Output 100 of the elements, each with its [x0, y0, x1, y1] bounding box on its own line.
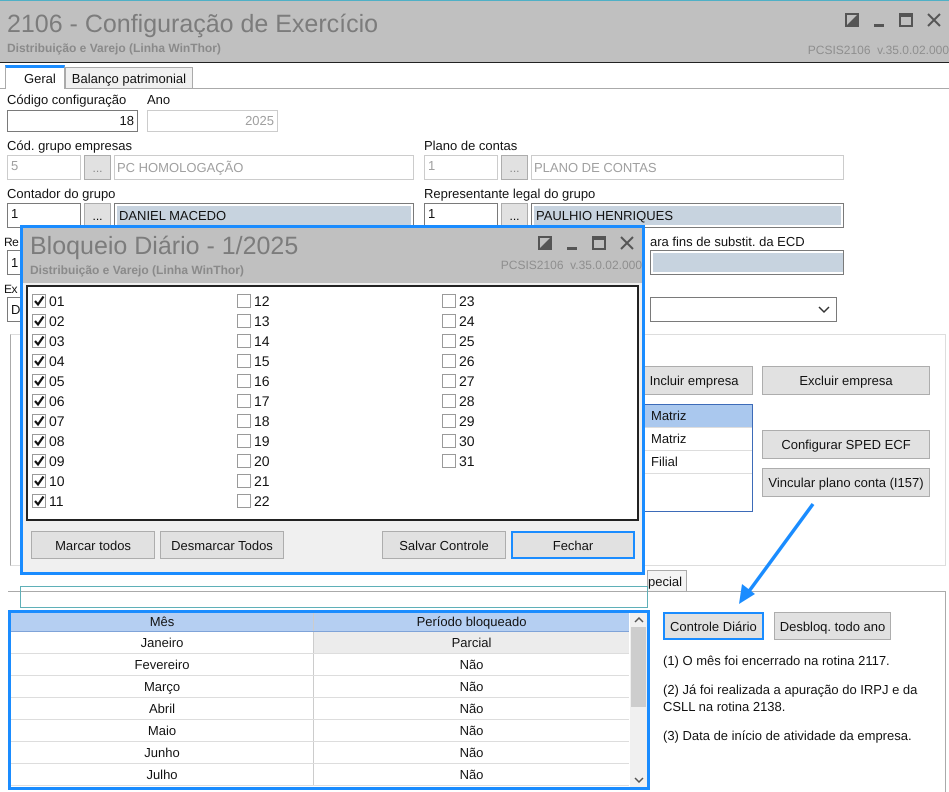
checkbox[interactable]	[32, 354, 46, 368]
checkbox[interactable]	[237, 334, 251, 348]
day-label[interactable]: 09	[49, 453, 65, 469]
day-label[interactable]: 10	[49, 473, 65, 489]
checkbox[interactable]	[442, 374, 456, 388]
tab[interactable]: Balanço patrimonial	[64, 67, 193, 88]
dialog-button[interactable]: Marcar todos	[31, 531, 155, 559]
checkbox[interactable]	[32, 294, 46, 308]
day-label[interactable]: 20	[254, 453, 270, 469]
input-field[interactable]: D	[7, 297, 20, 322]
day-label[interactable]: 07	[49, 413, 65, 429]
checkbox[interactable]	[442, 434, 456, 448]
day-label[interactable]: 22	[254, 493, 270, 509]
input-field[interactable]	[20, 586, 648, 608]
checkbox[interactable]	[32, 314, 46, 328]
tab[interactable]: Geral	[5, 65, 65, 89]
day-label[interactable]: 30	[459, 433, 475, 449]
input-field[interactable]	[650, 250, 844, 275]
scroll-down-icon[interactable]	[634, 777, 644, 783]
day-label[interactable]: 08	[49, 433, 65, 449]
column-header[interactable]: Período bloqueado	[314, 613, 629, 631]
checkbox[interactable]	[32, 394, 46, 408]
close-icon[interactable]	[927, 13, 941, 27]
checkbox[interactable]	[237, 314, 251, 328]
checkbox[interactable]	[237, 374, 251, 388]
checkbox[interactable]	[442, 354, 456, 368]
close-icon[interactable]	[620, 236, 634, 250]
table-cell[interactable]: Não	[314, 654, 629, 675]
day-label[interactable]: 31	[459, 453, 475, 469]
table-cell[interactable]: Não	[314, 698, 629, 719]
checkbox[interactable]	[237, 474, 251, 488]
maximize-icon[interactable]	[592, 236, 606, 250]
checkbox[interactable]	[32, 474, 46, 488]
day-label[interactable]: 25	[459, 333, 475, 349]
checkbox[interactable]	[32, 414, 46, 428]
scroll-up-icon[interactable]	[634, 617, 644, 623]
checkbox[interactable]	[32, 374, 46, 388]
action-button[interactable]: Desbloq. todo ano	[774, 612, 892, 640]
day-label[interactable]: 13	[254, 313, 270, 329]
checkbox[interactable]	[32, 334, 46, 348]
day-label[interactable]: 23	[459, 293, 475, 309]
day-label[interactable]: 04	[49, 353, 65, 369]
day-label[interactable]: 26	[459, 353, 475, 369]
day-label[interactable]: 21	[254, 473, 270, 489]
table-cell[interactable]: Não	[314, 742, 629, 763]
restore-icon[interactable]	[845, 13, 859, 27]
restore-icon[interactable]	[538, 236, 552, 250]
exclude-company-button[interactable]: Excluir empresa	[762, 366, 930, 395]
checkbox[interactable]	[442, 314, 456, 328]
maximize-icon[interactable]	[899, 13, 913, 27]
day-label[interactable]: 03	[49, 333, 65, 349]
column-header[interactable]: Mês	[11, 613, 314, 631]
day-label[interactable]: 18	[254, 413, 270, 429]
dialog-button[interactable]: Fechar	[511, 531, 635, 559]
day-label[interactable]: 11	[49, 493, 64, 509]
scroll-thumb[interactable]	[631, 627, 646, 707]
table-cell[interactable]: Não	[314, 764, 629, 785]
day-label[interactable]: 01	[49, 293, 65, 309]
day-label[interactable]: 05	[49, 373, 65, 389]
checkbox[interactable]	[237, 434, 251, 448]
dialog-button[interactable]: Desmarcar Todos	[160, 531, 284, 559]
checkbox[interactable]	[237, 414, 251, 428]
checkbox[interactable]	[237, 354, 251, 368]
checkbox[interactable]	[32, 494, 46, 508]
day-label[interactable]: 27	[459, 373, 475, 389]
day-label[interactable]: 28	[459, 393, 475, 409]
checkbox[interactable]	[442, 294, 456, 308]
day-label[interactable]: 24	[459, 313, 475, 329]
checkbox[interactable]	[237, 294, 251, 308]
scrollbar[interactable]	[630, 613, 647, 787]
configure-button[interactable]: Configurar SPED ECF	[762, 430, 930, 459]
checkbox[interactable]	[442, 334, 456, 348]
dialog-button[interactable]: Salvar Controle	[382, 531, 506, 559]
table-cell[interactable]: Parcial	[314, 632, 629, 653]
link-account-button[interactable]: Vincular plano conta (I157)	[762, 468, 930, 497]
checkbox[interactable]	[32, 454, 46, 468]
day-label[interactable]: 12	[254, 293, 270, 309]
action-button[interactable]: Controle Diário	[663, 612, 764, 640]
checkbox[interactable]	[32, 434, 46, 448]
day-label[interactable]: 29	[459, 413, 475, 429]
checkbox[interactable]	[442, 454, 456, 468]
dropdown[interactable]	[650, 297, 837, 322]
checkbox[interactable]	[237, 394, 251, 408]
table-cell[interactable]: Não	[314, 720, 629, 741]
code-field[interactable]: 1	[7, 203, 81, 228]
table-cell[interactable]: Não	[314, 676, 629, 697]
day-label[interactable]: 17	[254, 393, 270, 409]
day-label[interactable]: 16	[254, 373, 270, 389]
day-label[interactable]: 15	[254, 353, 270, 369]
checkbox[interactable]	[442, 414, 456, 428]
input-field[interactable]: 1	[7, 250, 20, 275]
tab[interactable]: pecial	[647, 570, 687, 591]
day-label[interactable]: 19	[254, 433, 270, 449]
day-label[interactable]: 14	[254, 333, 270, 349]
day-label[interactable]: 06	[49, 393, 65, 409]
checkbox[interactable]	[442, 394, 456, 408]
checkbox[interactable]	[237, 494, 251, 508]
checkbox[interactable]	[237, 454, 251, 468]
name-field[interactable]: PAULHIO HENRIQUES	[531, 203, 844, 228]
input-field[interactable]: 18	[7, 110, 138, 132]
